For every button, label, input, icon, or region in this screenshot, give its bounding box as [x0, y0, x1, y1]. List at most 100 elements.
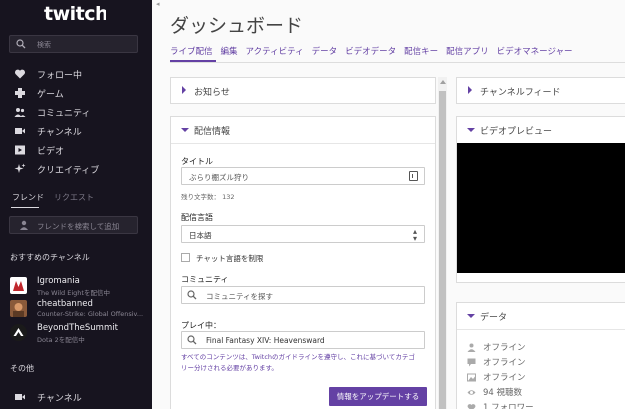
chevron-down-icon — [467, 314, 475, 318]
data-header[interactable]: データ — [457, 303, 625, 329]
heart-icon — [467, 404, 476, 409]
nav-label: コミュニティ — [37, 109, 91, 119]
chars-left: 残り文字数： 132 — [181, 193, 235, 201]
tab-live[interactable]: ライブ配信 — [170, 45, 213, 57]
update-info-button[interactable]: 情報をアップデートする — [329, 387, 427, 406]
title-input-icon — [409, 171, 418, 181]
channel-avatar — [10, 277, 27, 294]
image-icon — [467, 373, 476, 382]
stat-text: 1 フォロワー — [483, 403, 534, 409]
channel-avatar — [10, 324, 27, 341]
game-input[interactable]: Final Fantasy XIV: Heavensward — [181, 331, 425, 349]
chevron-down-icon — [467, 128, 475, 132]
chat-icon — [467, 358, 476, 367]
chevron-right-icon — [182, 86, 186, 94]
nav-item-channels[interactable]: チャンネル — [0, 122, 152, 140]
sparkle-icon — [14, 163, 26, 173]
tab-divider — [170, 62, 625, 63]
nav-label: クリエイティブ — [37, 166, 100, 176]
notice-panel: お知らせ — [170, 77, 436, 104]
scroll-thumb[interactable] — [439, 91, 446, 409]
video-preview-header[interactable]: ビデオプレビュー — [457, 117, 625, 143]
notice-header[interactable]: お知らせ — [171, 78, 435, 104]
nav-item-games[interactable]: ゲーム — [0, 84, 152, 102]
svg-text:twitch: twitch — [44, 3, 106, 24]
tab-underline — [11, 207, 39, 208]
channel-feed-panel: チャンネルフィード — [456, 77, 625, 104]
search-input[interactable]: 検索 — [9, 35, 138, 53]
stat-text: オフライン — [483, 343, 526, 353]
channel-status: Counter-Strike: Global Offensiv... — [37, 310, 144, 318]
tab-data[interactable]: データ — [312, 45, 338, 57]
nav-label: ビデオ — [37, 147, 65, 157]
other-title: その他 — [10, 364, 34, 373]
stream-info-header[interactable]: 配信情報 — [171, 117, 435, 143]
tab-activity[interactable]: アクティビティ — [246, 45, 304, 57]
language-select[interactable]: 日本語 ▴ ▾ — [181, 225, 425, 243]
stat-text: 94 視聴数 — [483, 388, 523, 398]
community-icon — [14, 108, 26, 117]
nav-item-following[interactable]: フォロー中 — [0, 65, 152, 83]
tab-requests[interactable]: リクエスト — [54, 193, 94, 202]
nav-item-creative[interactable]: クリエイティブ — [0, 160, 152, 178]
game-value: Final Fantasy XIV: Heavensward — [206, 336, 325, 345]
tab-video-manager[interactable]: ビデオマネージャー — [497, 45, 573, 57]
channel-name: Igromania — [37, 276, 80, 286]
title-input[interactable]: ぶらり棚ズル狩り — [181, 167, 425, 185]
channel-status: Dota 2を配信中 — [37, 336, 85, 344]
channel-feed-header[interactable]: チャンネルフィード — [457, 78, 625, 104]
chat-restrict-checkbox[interactable] — [181, 253, 190, 262]
video-preview[interactable] — [457, 143, 625, 273]
tab-video-data[interactable]: ビデオデータ — [345, 45, 396, 57]
video-preview-panel: ビデオプレビュー — [456, 116, 625, 283]
channel-item[interactable]: cheatbanned Counter-Strike: Global Offen… — [10, 298, 152, 322]
nav-item-other-channels[interactable]: チャンネル — [0, 388, 152, 406]
heart-icon — [14, 69, 26, 79]
search-icon — [187, 290, 197, 300]
page-title: ダッシュボード — [170, 15, 304, 37]
eye-icon — [467, 390, 476, 395]
chevron-right-icon — [468, 86, 472, 94]
search-icon — [187, 335, 197, 345]
scrollbar[interactable] — [438, 77, 447, 409]
language-value: 日本語 — [189, 231, 212, 240]
sidebar: twitch 検索 フォロー中 ゲーム コミュニティ チャンネル ビデオ クリエ… — [0, 0, 152, 409]
divider — [457, 329, 625, 330]
community-placeholder: コミュニティを探す — [206, 292, 274, 301]
play-icon — [15, 145, 25, 155]
collapse-sidebar-icon[interactable]: ◂ — [156, 0, 160, 8]
recommended-title: おすすめのチャンネル — [10, 253, 90, 262]
dashboard-tabs: ライブ配信 編集 アクティビティ データ ビデオデータ 配信キー 配信アプリ ビデオマネージャ… — [170, 45, 581, 61]
divider — [171, 143, 435, 144]
channel-item[interactable]: BeyondTheSummit Dota 2を配信中 — [10, 322, 152, 346]
nav-label: チャンネル — [37, 128, 82, 138]
scroll-up-icon[interactable] — [440, 80, 446, 84]
guideline-note: すべてのコンテンツは、Twitchのガイドラインを遵守し、これに基づいてカテゴリ… — [181, 353, 415, 372]
friends-tabs: フレンド リクエスト — [12, 192, 94, 203]
nav-item-videos[interactable]: ビデオ — [0, 141, 152, 159]
video-camera-icon — [15, 128, 25, 134]
stream-info-panel: 配信情報 タイトル ぶらり棚ズル狩り 残り文字数： 132 配信言語 日本語 ▴… — [170, 116, 436, 409]
stream-info-title: 配信情報 — [194, 127, 231, 137]
friend-search-input[interactable]: フレンドを検索して追加 — [9, 216, 138, 234]
tab-stream-key[interactable]: 配信キー — [404, 45, 438, 57]
search-placeholder: 検索 — [37, 41, 51, 49]
stat-text: オフライン — [483, 373, 526, 383]
tab-stream-apps[interactable]: 配信アプリ — [446, 45, 489, 57]
tab-friends[interactable]: フレンド — [12, 193, 44, 202]
notice-title: お知らせ — [194, 88, 230, 98]
nav-item-community[interactable]: コミュニティ — [0, 103, 152, 121]
community-input[interactable]: コミュニティを探す — [181, 286, 425, 304]
tab-edit[interactable]: 編集 — [221, 45, 238, 57]
title-label: タイトル — [181, 157, 213, 166]
twitch-logo[interactable]: twitch — [44, 2, 106, 24]
title-value: ぶらり棚ズル狩り — [189, 173, 249, 182]
channel-status: The Wild Eightを配信中 — [37, 289, 110, 297]
video-camera-icon — [15, 394, 25, 400]
channel-item[interactable]: Igromania The Wild Eightを配信中 — [10, 275, 152, 299]
channel-feed-title: チャンネルフィード — [480, 88, 561, 98]
data-panel: データ オフライン オフライン オフライン 94 視聴数 1 フォロワー — [456, 302, 625, 409]
nav-label: ゲーム — [37, 90, 64, 100]
friend-search-placeholder: フレンドを検索して追加 — [37, 222, 120, 231]
select-arrows-icon: ▴ ▾ — [412, 227, 417, 243]
